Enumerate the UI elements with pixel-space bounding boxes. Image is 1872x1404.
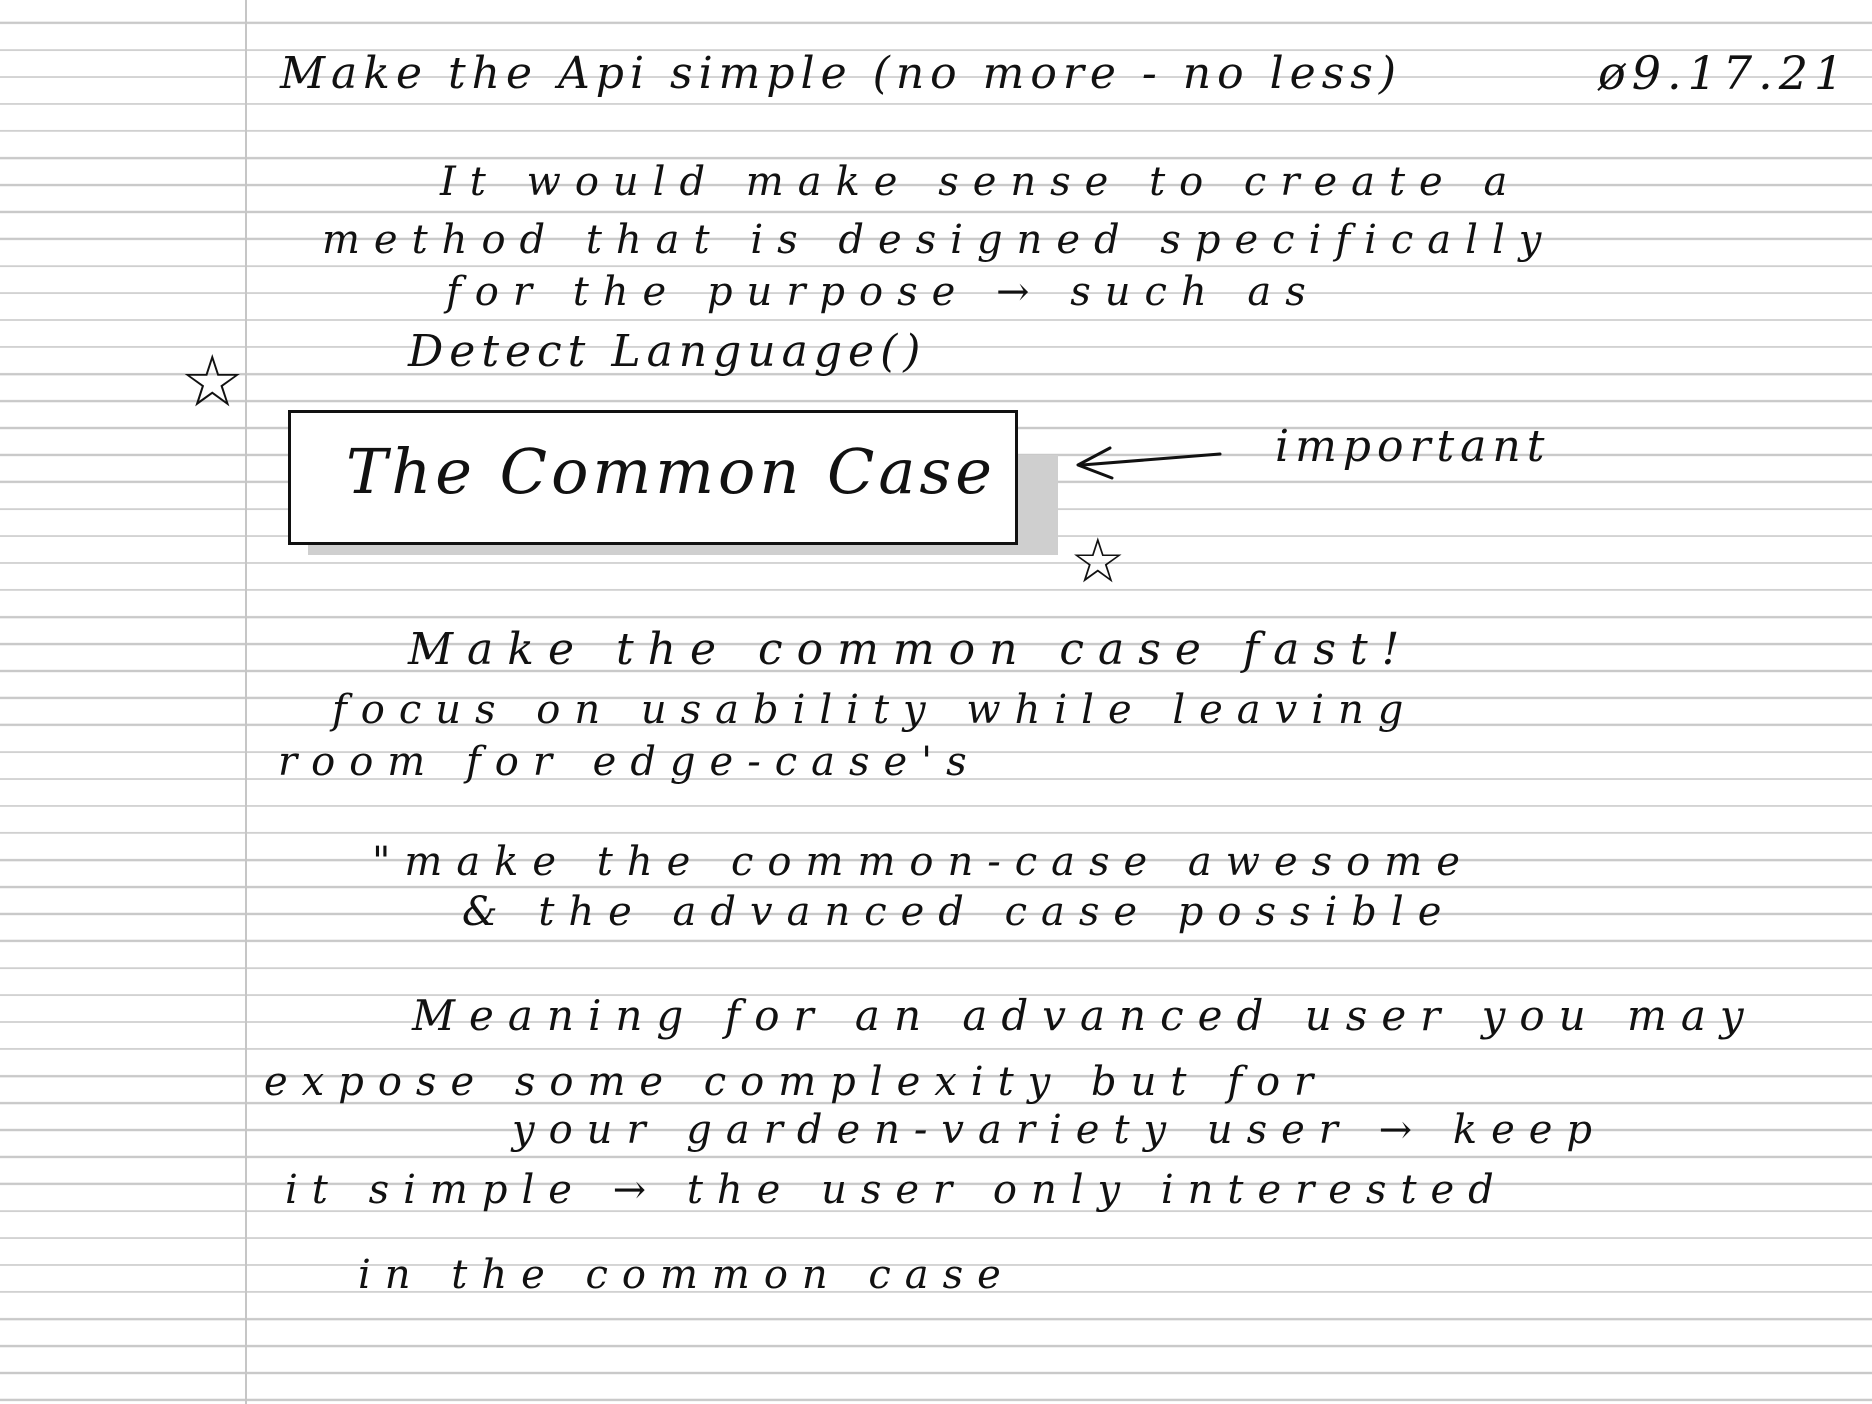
quote-line1: "make the common-case awesome (372, 839, 1474, 885)
paragraph2-line2: focus on usability while leaving (332, 687, 1418, 733)
paragraph3-line5: in the common case (358, 1252, 1015, 1298)
paragraph3-line2: expose some complexity but for (264, 1059, 1328, 1105)
paragraph1-line1: It would make sense to create a (440, 159, 1522, 205)
paragraph1-line3: for the purpose → such as (446, 269, 1320, 315)
paragraph1-line2: method that is designed specifically (322, 217, 1556, 263)
paragraph1-line4: Detect Language() (408, 326, 927, 377)
boxed-heading: The Common Case (346, 435, 996, 508)
paragraph2-line1: Make the common case fast! (408, 624, 1414, 675)
paragraph3-line4: it simple → the user only interested (285, 1167, 1508, 1213)
paragraph2-line3: room for edge-case's (278, 739, 981, 785)
quote-line2: & the advanced case possible (462, 889, 1456, 935)
paragraph3-line1: Meaning for an advanced user you may (412, 991, 1758, 1040)
common-case-box: The Common Case (288, 410, 1018, 545)
star-icon: ☆ (180, 339, 245, 423)
left-arrow-icon (1076, 446, 1222, 480)
margin-line (245, 0, 247, 1404)
star-icon: ☆ (1070, 524, 1126, 597)
callout-label: important (1275, 421, 1551, 472)
paragraph3-line3: your garden-variety user → keep (512, 1107, 1607, 1153)
note-title: Make the Api simple (no more - no less) (280, 48, 1403, 99)
note-date: ø9.17.21 (1598, 46, 1850, 100)
notebook-page: Make the Api simple (no more - no less) … (0, 0, 1872, 1404)
